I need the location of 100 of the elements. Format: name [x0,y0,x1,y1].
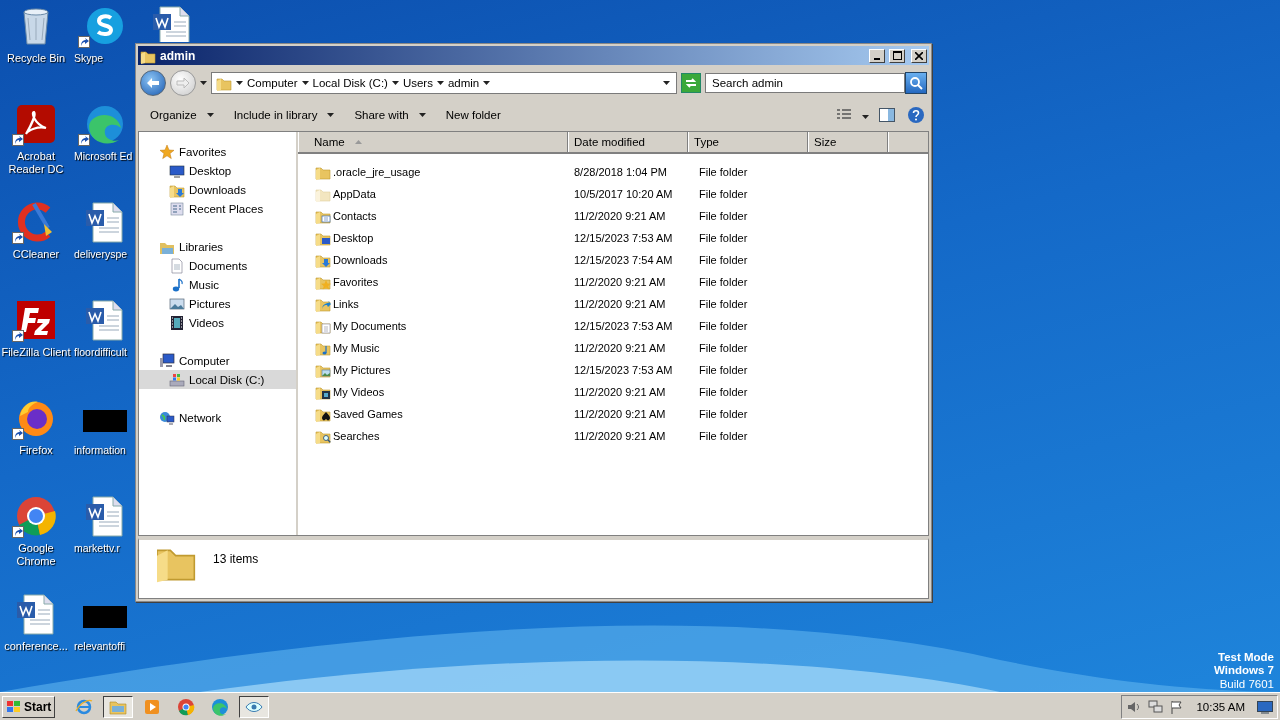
icon-label: Acrobat Reader DC [7,150,65,176]
toolbar-button[interactable]: New folder [437,106,509,124]
icon-label: floordifficult [74,346,127,359]
nav-item[interactable]: Desktop [139,161,296,180]
table-cell-text: File folder [698,408,749,420]
file-name[interactable]: My Documents [333,320,407,332]
minimize-icon [874,57,880,60]
maximize-icon [892,51,902,60]
item-count: 13 items [213,552,259,566]
table-cell-text: File folder [698,430,749,442]
nav-item[interactable]: Favorites [139,142,296,161]
taskbar-app-button[interactable] [103,695,134,718]
breadcrumb-segment[interactable]: Users [402,77,433,89]
toolbar-button[interactable]: Share with [346,106,434,124]
folder-icon [315,318,331,334]
help-icon[interactable] [907,106,925,124]
nav-item[interactable]: Videos [139,313,296,332]
system-watermark-text: Build 7601 [1219,677,1274,691]
folder-icon [315,296,331,312]
file-name[interactable]: My Music [333,342,380,354]
minimize-button[interactable] [869,48,885,63]
nav-item[interactable]: Local Disk (C:) [139,370,296,389]
refresh-icon [684,77,698,89]
nav-item[interactable]: Recent Places [139,199,296,218]
column-header[interactable]: Name [298,132,568,152]
search-button[interactable] [905,72,927,94]
computer-icon [159,352,175,369]
taskbar-app-button[interactable] [239,695,270,718]
table-cell-text: File folder [698,254,749,266]
app-icon[interactable] [14,102,58,146]
star-icon [159,143,175,160]
column-header[interactable]: Date modified [568,132,688,152]
table-cell-text: File folder [698,232,749,244]
app-icon[interactable] [14,298,58,342]
table-cell-text: 11/2/2020 9:21 AM [573,210,667,222]
forward-arrow-icon [176,77,190,89]
close-button[interactable] [911,48,927,63]
refresh-button[interactable] [681,73,701,93]
nav-item[interactable]: Pictures [139,294,296,313]
table-cell-text: 12/15/2023 7:53 AM [573,232,674,244]
breadcrumb-segment[interactable]: admin [447,77,480,89]
back-button[interactable] [140,70,166,96]
file-name[interactable]: Favorites [333,276,379,288]
show-desktop-icon[interactable] [1257,699,1273,714]
table-cell-text: 12/15/2023 7:53 AM [573,320,674,332]
file-name[interactable]: My Videos [333,386,385,398]
column-header[interactable]: Type [688,132,808,152]
document-icon [169,257,185,274]
file-name[interactable]: Contacts [333,210,377,222]
table-cell-text: File folder [698,298,749,310]
nav-item[interactable]: Network [139,408,296,427]
breadcrumb-segment[interactable]: Local Disk (C:) [312,77,388,89]
icon-label: conference... [3,640,69,653]
search-field[interactable]: Search admin [705,73,905,93]
address-dropdown-icon [663,81,670,85]
app-icon[interactable] [14,494,58,538]
icon-label: FileZilla Client [0,346,72,359]
file-name[interactable]: Desktop [333,232,374,244]
address-bar[interactable]: Computer Local Disk (C:) Users admin [211,72,677,94]
table-cell-text: 11/2/2020 9:21 AM [573,342,667,354]
file-name[interactable]: Saved Games [333,408,403,420]
maximize-button[interactable] [889,48,905,63]
table-cell-text: 12/15/2023 7:54 AM [573,254,674,266]
file-name[interactable]: Links [333,298,359,310]
view-options-icon[interactable] [836,108,852,122]
file-name[interactable]: My Pictures [333,364,391,376]
nav-item[interactable]: Music [139,275,296,294]
network-icon[interactable] [1148,699,1165,714]
flag-icon[interactable] [1170,699,1185,714]
folder-icon [315,186,331,202]
file-name[interactable]: Downloads [333,254,388,266]
file-name[interactable]: AppData [333,188,376,200]
nav-item[interactable]: Libraries [139,237,296,256]
table-cell-text: File folder [698,342,749,354]
folder-icon [315,164,331,180]
breadcrumb-segment[interactable]: Computer [247,77,298,89]
column-header[interactable]: Size [808,132,888,152]
history-caret-icon [200,81,207,85]
file-name[interactable]: Searches [333,430,380,442]
clock[interactable]: 10:35 AM [1196,700,1245,713]
icon-label: relevantoffi [74,640,126,653]
app-icon [177,697,196,716]
nav-item[interactable]: Documents [139,256,296,275]
nav-item[interactable]: Computer [139,351,296,370]
nav-item[interactable]: Downloads [139,180,296,199]
table-cell-text: File folder [698,364,749,376]
table-cell-text: 8/28/2018 1:04 PM [573,166,668,178]
toolbar-button[interactable]: Include in library [225,106,343,124]
folder-icon [315,274,331,290]
app-icon [211,697,230,716]
preview-pane-icon[interactable] [879,108,895,122]
start-button[interactable]: Start [2,695,56,718]
folder-icon [315,428,331,444]
folder-icon [315,340,331,356]
toolbar-button[interactable]: Organize [142,106,222,124]
table-cell-text: 11/2/2020 9:21 AM [573,386,667,398]
icon-label: Recycle Bin [5,52,67,65]
table-cell-text: 11/2/2020 9:21 AM [573,408,667,420]
file-name[interactable]: .oracle_jre_usage [333,166,421,178]
window-title: admin [160,48,197,63]
